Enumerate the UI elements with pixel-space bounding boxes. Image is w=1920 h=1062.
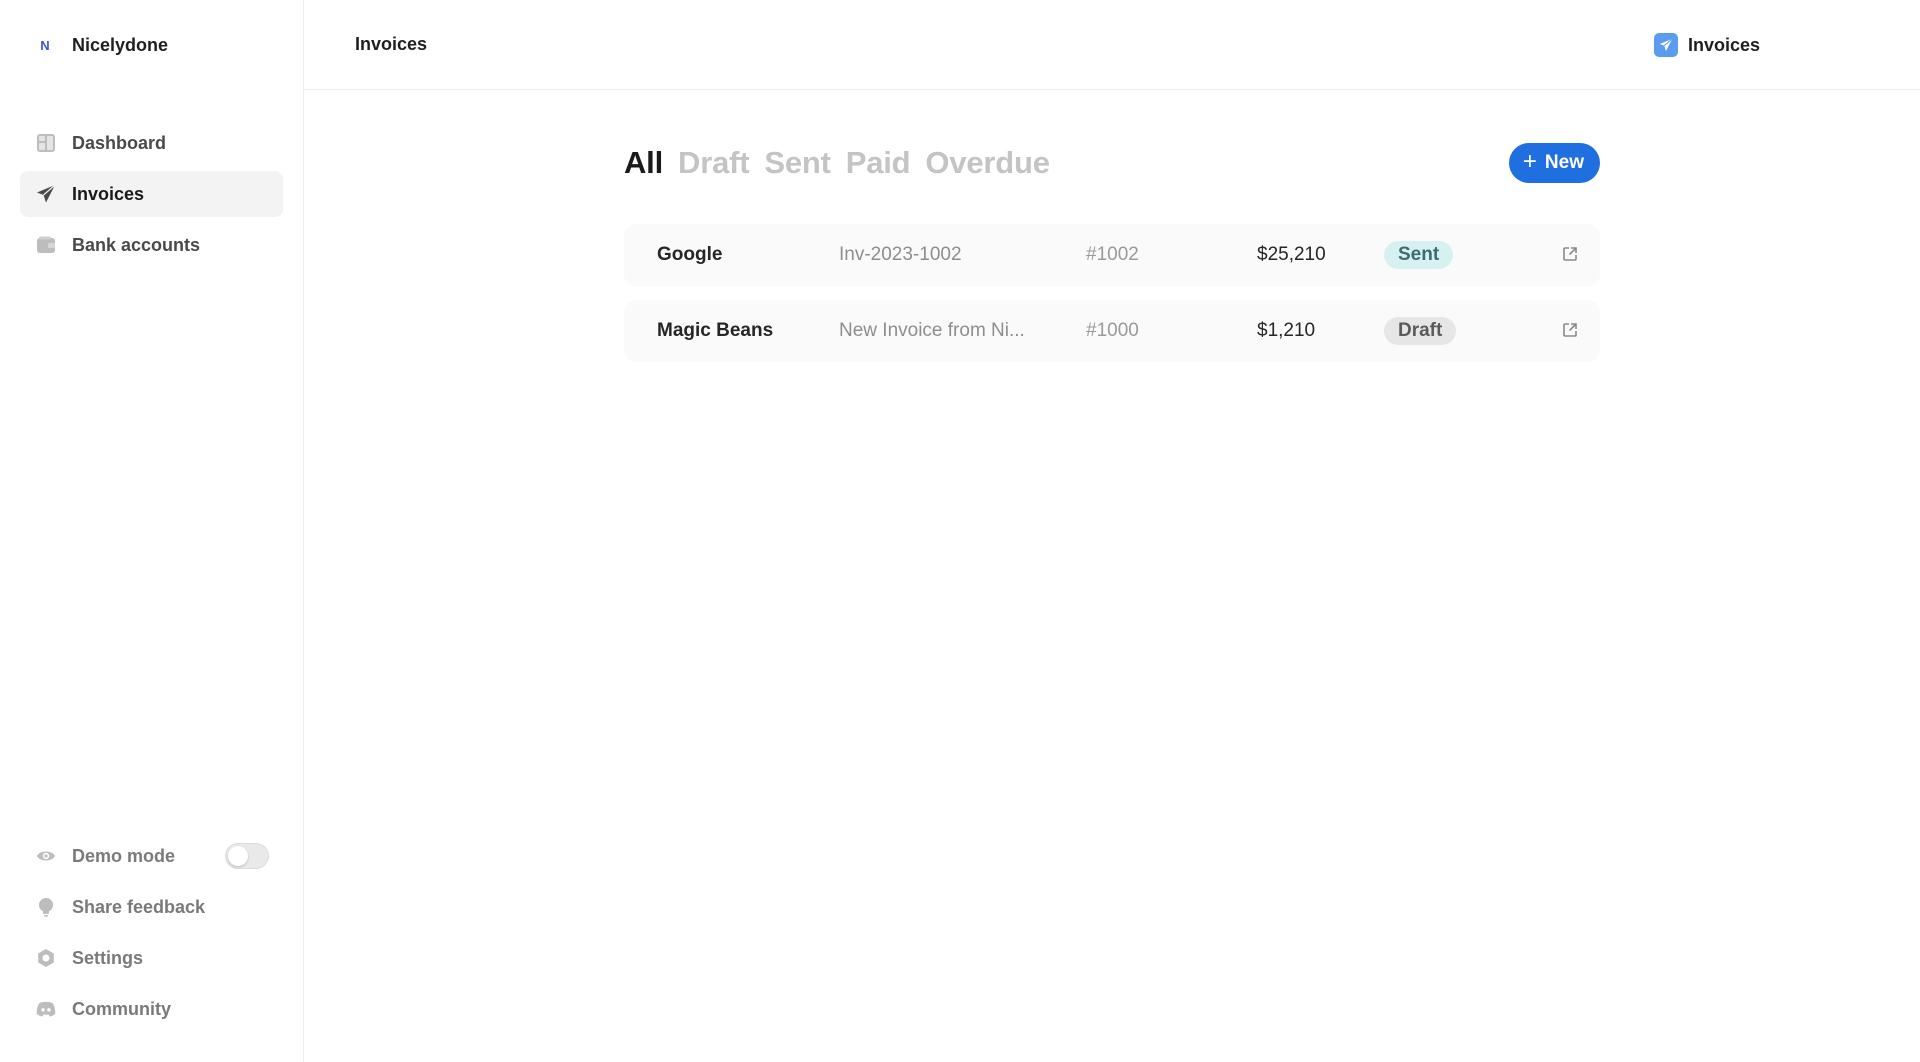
tab-all[interactable]: All: [624, 145, 663, 181]
invoice-amount: $25,210: [1257, 244, 1326, 265]
new-invoice-button[interactable]: + New: [1508, 143, 1600, 183]
topbar-right-label: Invoices: [1688, 34, 1761, 55]
invoice-amount: $1,210: [1257, 320, 1316, 341]
sidebar-item-share-feedback[interactable]: Share feedback: [20, 884, 283, 930]
invoice-title: New Invoice from Ni...: [839, 320, 1025, 341]
tab-draft[interactable]: Draft: [678, 145, 750, 181]
sidebar-item-dashboard[interactable]: Dashboard: [20, 120, 283, 166]
brand-name: Nicelydone: [72, 34, 169, 55]
status-badge-cell: Sent: [1384, 241, 1454, 269]
sidebar-nav: Dashboard Invoices Bank accounts: [20, 120, 283, 268]
demo-mode-label: Demo mode: [72, 845, 176, 866]
status-badge-cell: Draft: [1384, 317, 1457, 345]
sidebar-item-label: Dashboard: [72, 132, 167, 153]
tab-paid[interactable]: Paid: [846, 145, 911, 181]
invoice-number: #1000: [1086, 320, 1139, 341]
send-icon: [36, 184, 56, 204]
status-tabs: All Draft Sent Paid Overdue: [624, 145, 1050, 181]
brand-logo: N: [40, 37, 50, 53]
invoice-client: Google: [657, 244, 723, 265]
sidebar-item-bank-accounts[interactable]: Bank accounts: [20, 222, 283, 268]
new-button-label: New: [1544, 152, 1584, 173]
status-badge: Sent: [1384, 241, 1454, 269]
invoice-list: Google Inv-2023-1002 #1002 $25,210 Sent …: [624, 224, 1600, 362]
external-link-icon[interactable]: [1561, 245, 1581, 265]
gear-icon: [36, 948, 56, 968]
topbar: Invoices Invoices: [304, 0, 1920, 90]
plus-icon: +: [1522, 148, 1537, 175]
discord-icon: [36, 999, 56, 1019]
sidebar-bottom-nav: Demo mode Share feedback Settings Commun…: [20, 833, 283, 1032]
sidebar-item-label: Share feedback: [72, 896, 206, 917]
dashboard-icon: [36, 133, 56, 153]
lightbulb-icon: [36, 897, 56, 917]
send-icon: [1654, 33, 1678, 57]
invoice-client: Magic Beans: [657, 320, 774, 341]
brand[interactable]: N Nicelydone: [20, 0, 283, 90]
tab-overdue[interactable]: Overdue: [925, 145, 1050, 181]
app: N Nicelydone Dashboard Invoices Bank acc…: [0, 0, 1920, 1062]
sidebar-item-label: Settings: [72, 947, 144, 968]
sidebar-item-demo-mode: Demo mode: [20, 833, 283, 879]
sidebar-item-label: Bank accounts: [72, 234, 201, 255]
invoice-row[interactable]: Google Inv-2023-1002 #1002 $25,210 Sent: [624, 224, 1600, 286]
sidebar: N Nicelydone Dashboard Invoices Bank acc…: [0, 0, 304, 1062]
tab-sent[interactable]: Sent: [764, 145, 831, 181]
tabs-row: All Draft Sent Paid Overdue + New: [624, 140, 1600, 186]
topbar-right-section[interactable]: Invoices: [1654, 0, 1760, 90]
sidebar-item-settings[interactable]: Settings: [20, 935, 283, 981]
sidebar-item-label: Invoices: [72, 183, 145, 204]
invoices-content: All Draft Sent Paid Overdue + New Google…: [624, 140, 1600, 362]
sidebar-item-community[interactable]: Community: [20, 986, 283, 1032]
invoice-row[interactable]: Magic Beans New Invoice from Ni... #1000…: [624, 300, 1600, 362]
toggle-knob: [228, 846, 248, 866]
sidebar-item-label: Community: [72, 998, 171, 1019]
external-link-icon[interactable]: [1561, 321, 1581, 341]
wallet-icon: [36, 235, 56, 255]
demo-mode-toggle[interactable]: [225, 843, 269, 869]
invoice-number: #1002: [1086, 244, 1139, 265]
status-badge: Draft: [1384, 317, 1457, 345]
eye-icon: [36, 846, 56, 866]
page-title: Invoices: [355, 34, 428, 54]
sidebar-item-invoices[interactable]: Invoices: [20, 171, 283, 217]
invoice-title: Inv-2023-1002: [839, 244, 962, 265]
main: Invoices Invoices All Draft Sent Paid Ov…: [304, 0, 1920, 1062]
